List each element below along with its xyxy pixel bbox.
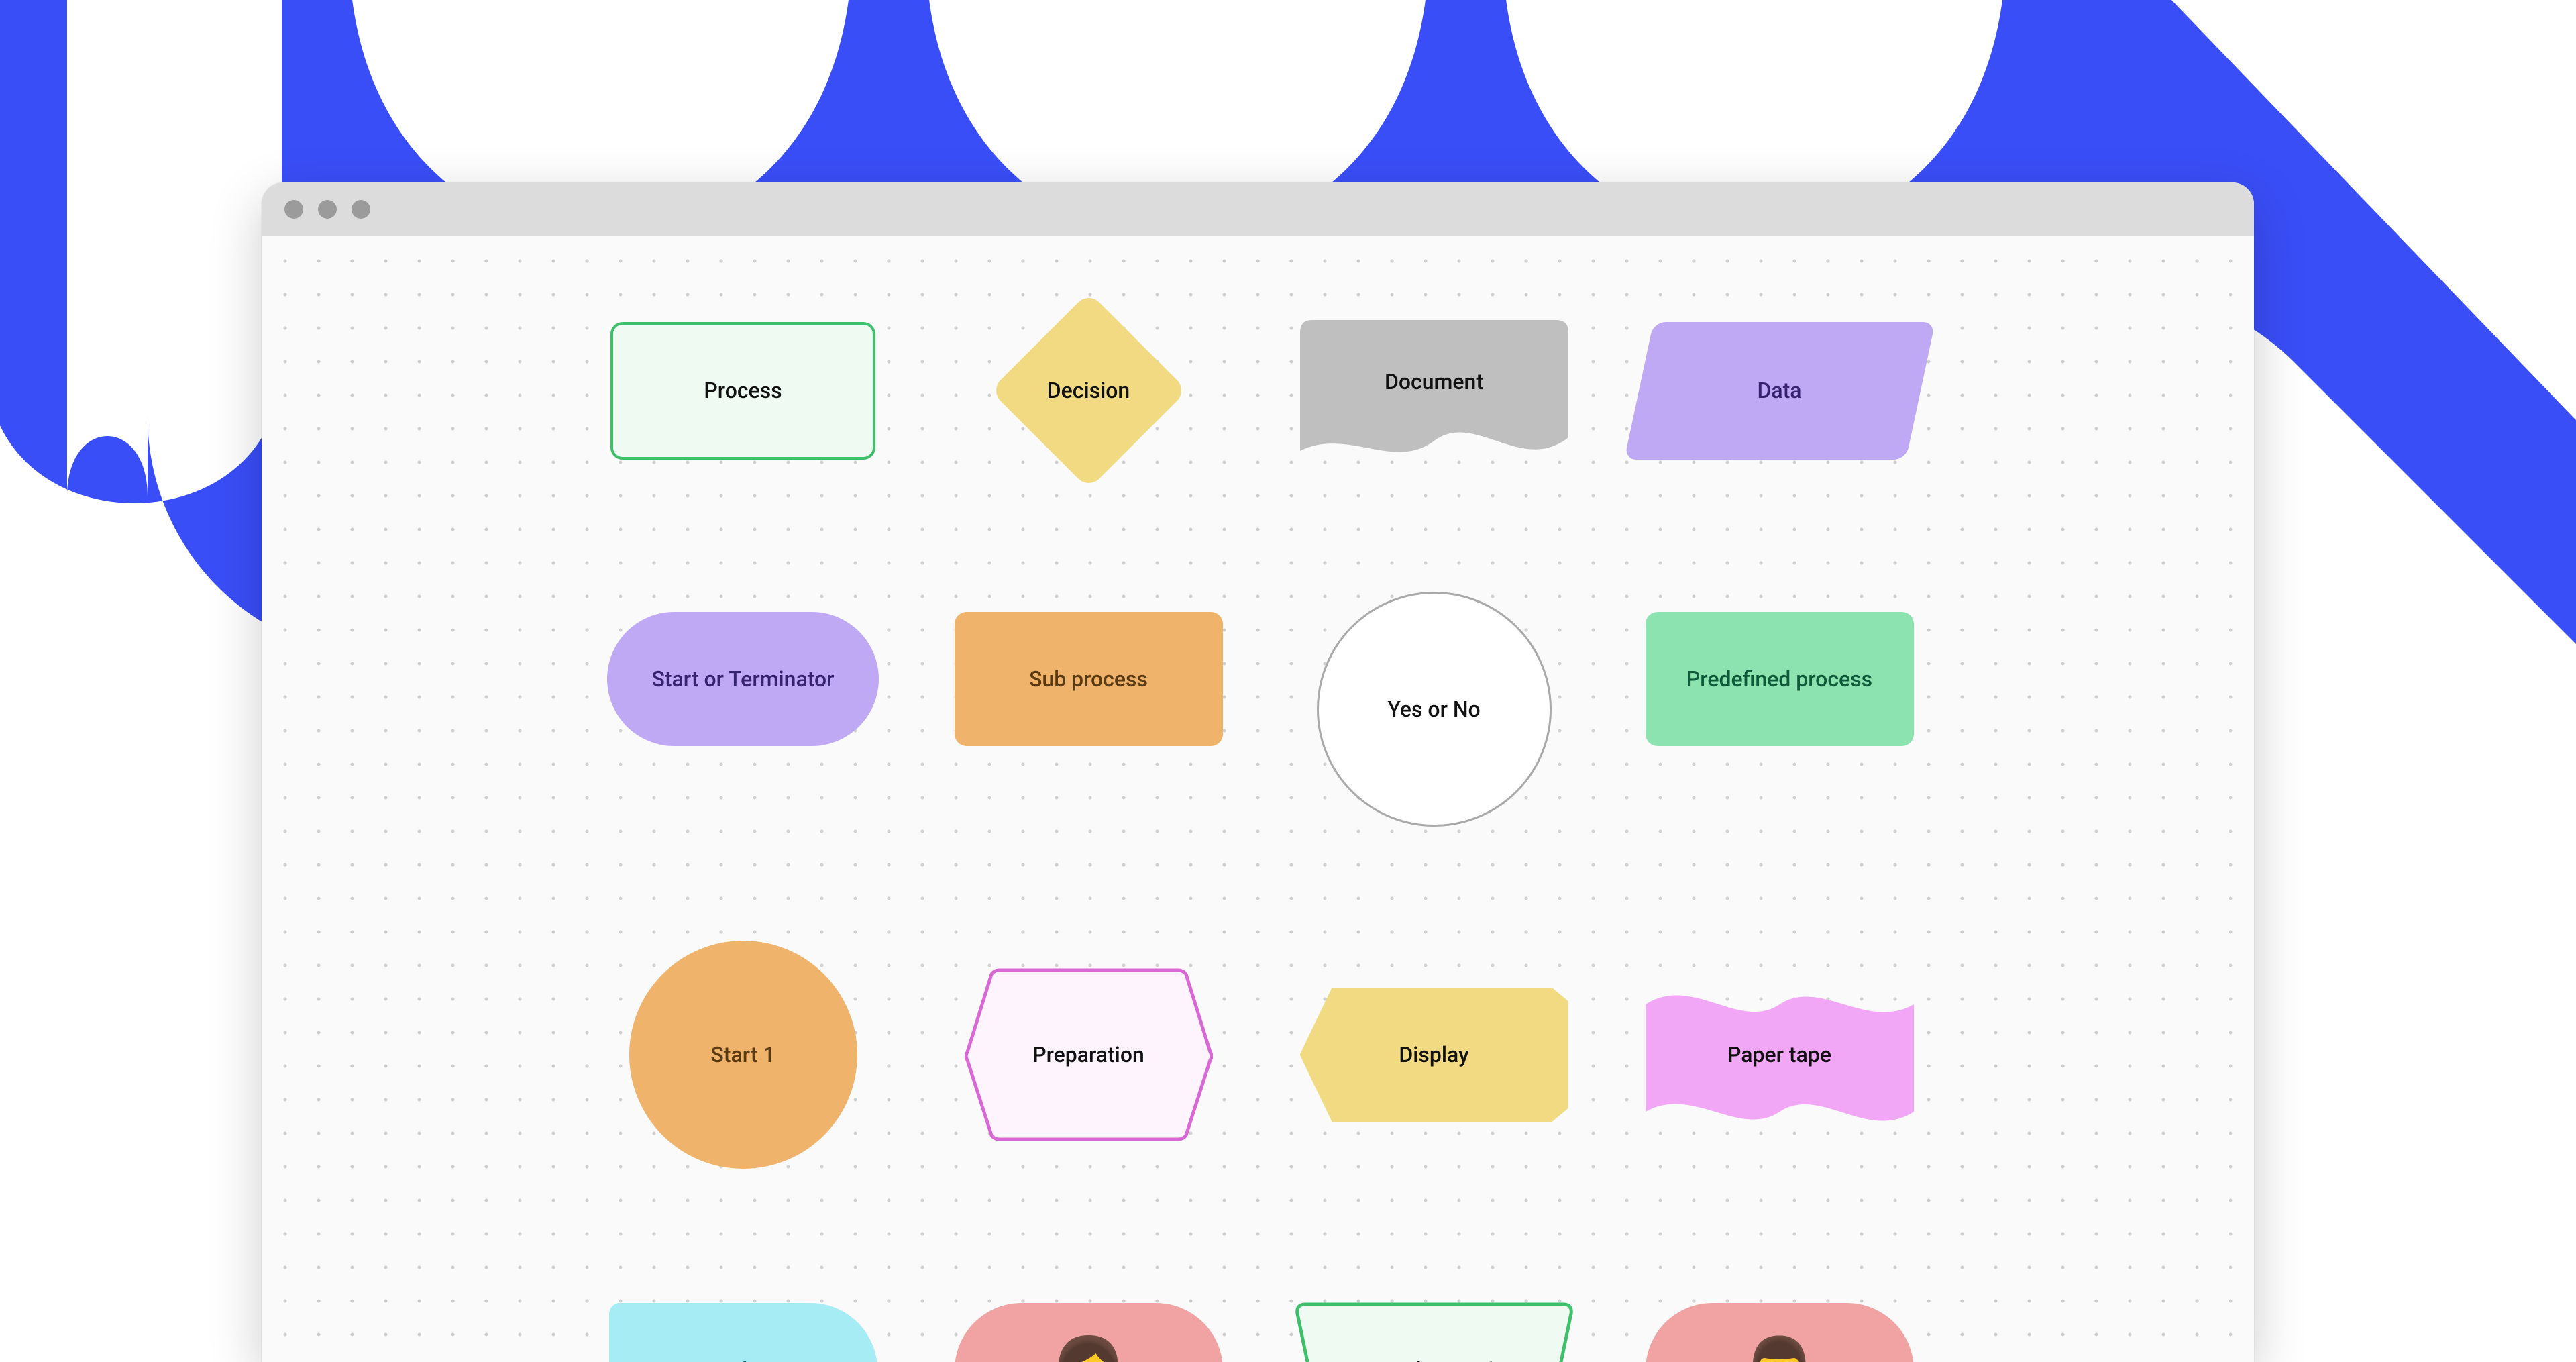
shape-person-pill-2[interactable]: 👨 [1627,1283,1932,1362]
trapezoid-icon [1293,1302,1575,1362]
shape-terminator[interactable]: Start or Terminator [590,592,896,766]
paper-tape-icon [1646,967,1914,1142]
hexagon-icon [965,967,1213,1142]
shape-subprocess[interactable]: Sub process [936,592,1241,766]
shape-decision[interactable]: Decision [936,303,1241,478]
shape-manual-operation[interactable]: Manual operation [1281,1283,1587,1362]
shape-person-pill-1[interactable]: 👩 [936,1283,1241,1362]
shape-paper-tape[interactable]: Paper tape [1627,941,1932,1169]
person-woman-icon: 👩 [1050,1339,1127,1362]
window-titlebar [262,182,2254,236]
shape-preparation[interactable]: Preparation [936,941,1241,1169]
shape-delay[interactable]: Delay [590,1283,896,1362]
shape-yes-or-no[interactable]: Yes or No [1281,592,1587,827]
shape-process[interactable]: Process [590,303,896,478]
window-minimize-button[interactable] [318,200,337,219]
shape-grid: Process Decision Document Data [590,303,1932,1362]
shape-document[interactable]: Document [1281,303,1587,478]
shape-start1[interactable]: Start 1 [590,941,896,1169]
person-man-icon: 👨 [1741,1339,1818,1362]
flowchart-canvas[interactable]: Process Decision Document Data [262,236,2254,1362]
shape-predefined-process[interactable]: Predefined process [1627,592,1932,766]
window-close-button[interactable] [284,200,303,219]
document-icon [1300,313,1568,468]
app-window: Process Decision Document Data [262,182,2254,1362]
window-maximize-button[interactable] [352,200,370,219]
shape-data[interactable]: Data [1627,303,1932,478]
shape-display[interactable]: Display [1281,941,1587,1169]
